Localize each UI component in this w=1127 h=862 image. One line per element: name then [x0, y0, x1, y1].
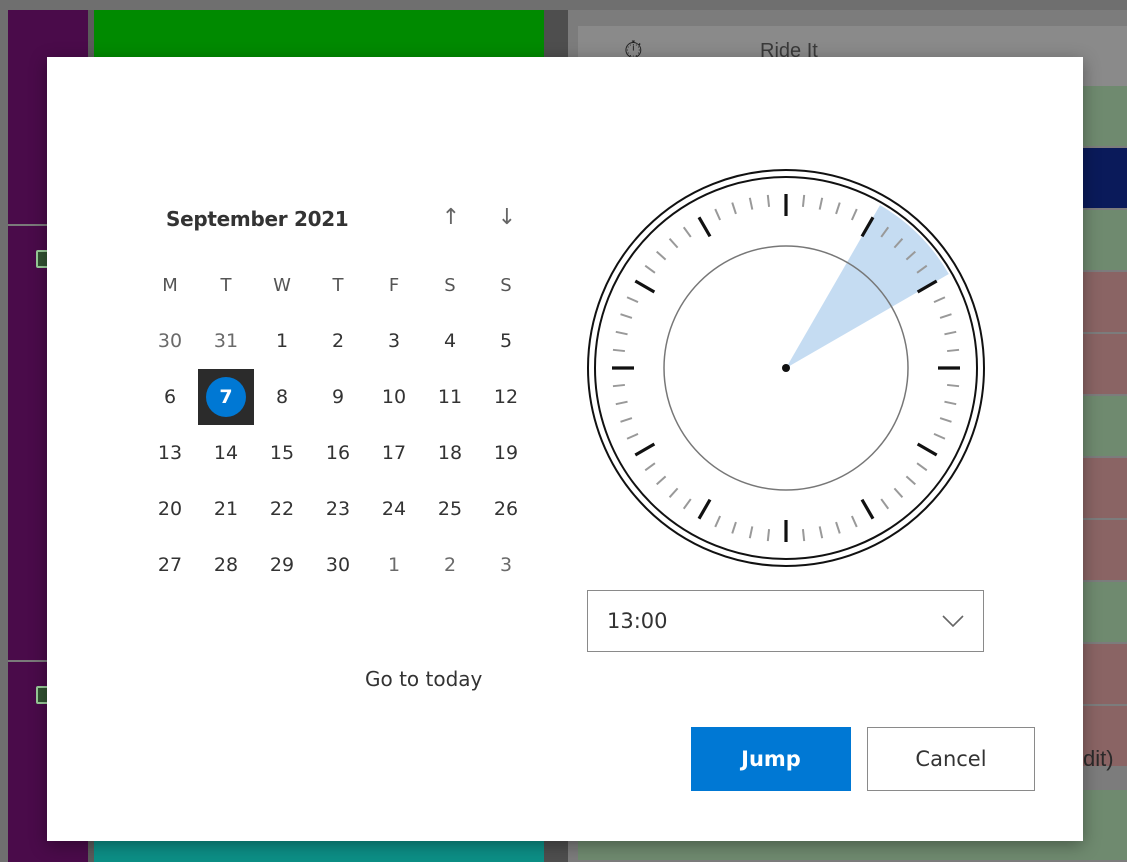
cancel-button[interactable]: Cancel — [867, 727, 1035, 791]
calendar-week-row: 6 7 8 9 10 11 12 — [142, 369, 534, 425]
calendar-week-row: 20 21 22 23 24 25 26 — [142, 481, 534, 537]
selected-day-label: 7 — [206, 377, 246, 417]
calendar-day[interactable]: 25 — [422, 481, 478, 537]
calendar-day[interactable]: 1 — [254, 313, 310, 369]
minute-tick — [801, 529, 806, 542]
arrow-up-icon: ↑ — [441, 205, 461, 230]
calendar-day[interactable]: 2 — [310, 313, 366, 369]
calendar-day[interactable]: 2 — [422, 537, 478, 593]
calendar-day[interactable]: 29 — [254, 537, 310, 593]
minute-tick — [947, 383, 960, 388]
minute-tick — [801, 194, 806, 207]
calendar-day[interactable]: 11 — [422, 369, 478, 425]
selected-day-highlight: 7 — [198, 369, 254, 425]
calendar-day[interactable]: 30 — [142, 313, 198, 369]
weekday-label: W — [273, 274, 291, 296]
jump-button[interactable]: Jump — [691, 727, 851, 791]
weekday-label: S — [444, 274, 456, 296]
go-to-today-link[interactable]: Go to today — [365, 667, 482, 691]
next-month-button[interactable]: ↓ — [492, 203, 522, 233]
minute-tick — [766, 529, 771, 542]
focus-outline: 7 — [198, 369, 254, 425]
previous-month-button[interactable]: ↑ — [436, 203, 466, 233]
calendar-day[interactable]: 31 — [198, 313, 254, 369]
calendar-week-row: 27 28 29 30 1 2 3 — [142, 537, 534, 593]
bg-edge-text: dit) — [1083, 746, 1114, 771]
minute-tick — [947, 348, 960, 353]
calendar-week-row: 30 31 1 2 3 4 5 — [142, 313, 534, 369]
calendar-day[interactable]: 27 — [142, 537, 198, 593]
calendar-day[interactable]: 4 — [422, 313, 478, 369]
weekday-label: M — [162, 274, 178, 296]
calendar-day[interactable]: 1 — [366, 537, 422, 593]
calendar-day[interactable]: 28 — [198, 537, 254, 593]
calendar-day[interactable]: 23 — [310, 481, 366, 537]
calendar-day[interactable]: 8 — [254, 369, 310, 425]
calendar-day[interactable]: 22 — [254, 481, 310, 537]
clock-center-dot — [782, 364, 790, 372]
calendar-day[interactable]: 24 — [366, 481, 422, 537]
calendar-day[interactable]: 13 — [142, 425, 198, 481]
weekday-label: T — [332, 274, 344, 296]
time-select[interactable]: 13:00 — [587, 590, 984, 652]
minute-tick — [612, 348, 625, 353]
minute-tick — [612, 383, 625, 388]
calendar-day[interactable]: 17 — [366, 425, 422, 481]
calendar-day[interactable]: 15 — [254, 425, 310, 481]
clock-face[interactable] — [585, 167, 987, 569]
calendar-day[interactable]: 20 — [142, 481, 198, 537]
arrow-down-icon: ↓ — [497, 205, 517, 230]
calendar-grid: MTWTFSS 30 31 1 2 3 4 5 6 7 8 9 10 11 12 13 14 15 16 17 18 1… — [142, 257, 534, 593]
calendar-day[interactable]: 18 — [422, 425, 478, 481]
calendar-day[interactable]: 3 — [366, 313, 422, 369]
calendar-day[interactable]: 26 — [478, 481, 534, 537]
calendar-day[interactable]: 5 — [478, 313, 534, 369]
calendar-day[interactable]: 19 — [478, 425, 534, 481]
calendar-day[interactable]: 21 — [198, 481, 254, 537]
weekday-label: F — [388, 274, 400, 296]
weekday-header-row: MTWTFSS — [142, 257, 534, 313]
jump-to-date-dialog: September 2021 ↑ ↓ MTWTFSS 30 31 1 2 3 4 5 6 7 8 9… — [47, 57, 1083, 841]
calendar-day[interactable]: 30 — [310, 537, 366, 593]
calendar-week-row: 13 14 15 16 17 18 19 — [142, 425, 534, 481]
minute-tick — [766, 194, 771, 207]
calendar-day[interactable]: 3 — [478, 537, 534, 593]
calendar-day[interactable]: 10 — [366, 369, 422, 425]
calendar-day[interactable]: 16 — [310, 425, 366, 481]
calendar-day-selected[interactable]: 7 — [198, 369, 254, 425]
calendar-day[interactable]: 6 — [142, 369, 198, 425]
chevron-down-icon — [942, 615, 964, 628]
weekday-label: T — [220, 274, 232, 296]
weekday-label: S — [500, 274, 512, 296]
calendar-day[interactable]: 9 — [310, 369, 366, 425]
calendar-day[interactable]: 14 — [198, 425, 254, 481]
time-value: 13:00 — [607, 609, 668, 633]
month-label: September 2021 — [166, 207, 349, 231]
calendar-day[interactable]: 12 — [478, 369, 534, 425]
